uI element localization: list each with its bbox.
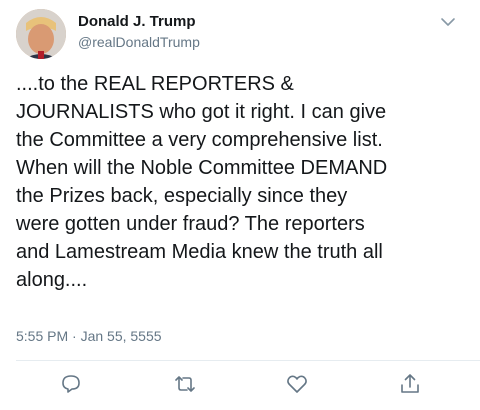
tweet-card: Donald J. Trump @realDonaldTrump ....to … — [0, 0, 480, 410]
tweet-timestamp[interactable]: 5:55 PM · Jan 55, 5555 — [16, 326, 162, 346]
retweet-icon — [175, 376, 195, 392]
tweet-text: ....to the REAL REPORTERS & JOURNALISTS … — [16, 73, 388, 291]
chevron-down-icon[interactable] — [440, 15, 456, 29]
avatar-image — [16, 9, 66, 59]
like-button[interactable] — [285, 372, 309, 396]
heart-icon — [287, 375, 307, 393]
share-icon — [401, 374, 419, 393]
avatar[interactable] — [16, 9, 66, 59]
divider — [16, 360, 480, 361]
reply-button[interactable] — [59, 372, 83, 396]
reply-icon — [62, 375, 80, 393]
display-name[interactable]: Donald J. Trump — [78, 12, 200, 32]
tweet-header: Donald J. Trump @realDonaldTrump — [78, 12, 200, 52]
user-handle[interactable]: @realDonaldTrump — [78, 32, 200, 52]
retweet-button[interactable] — [173, 372, 197, 396]
share-button[interactable] — [398, 372, 422, 396]
